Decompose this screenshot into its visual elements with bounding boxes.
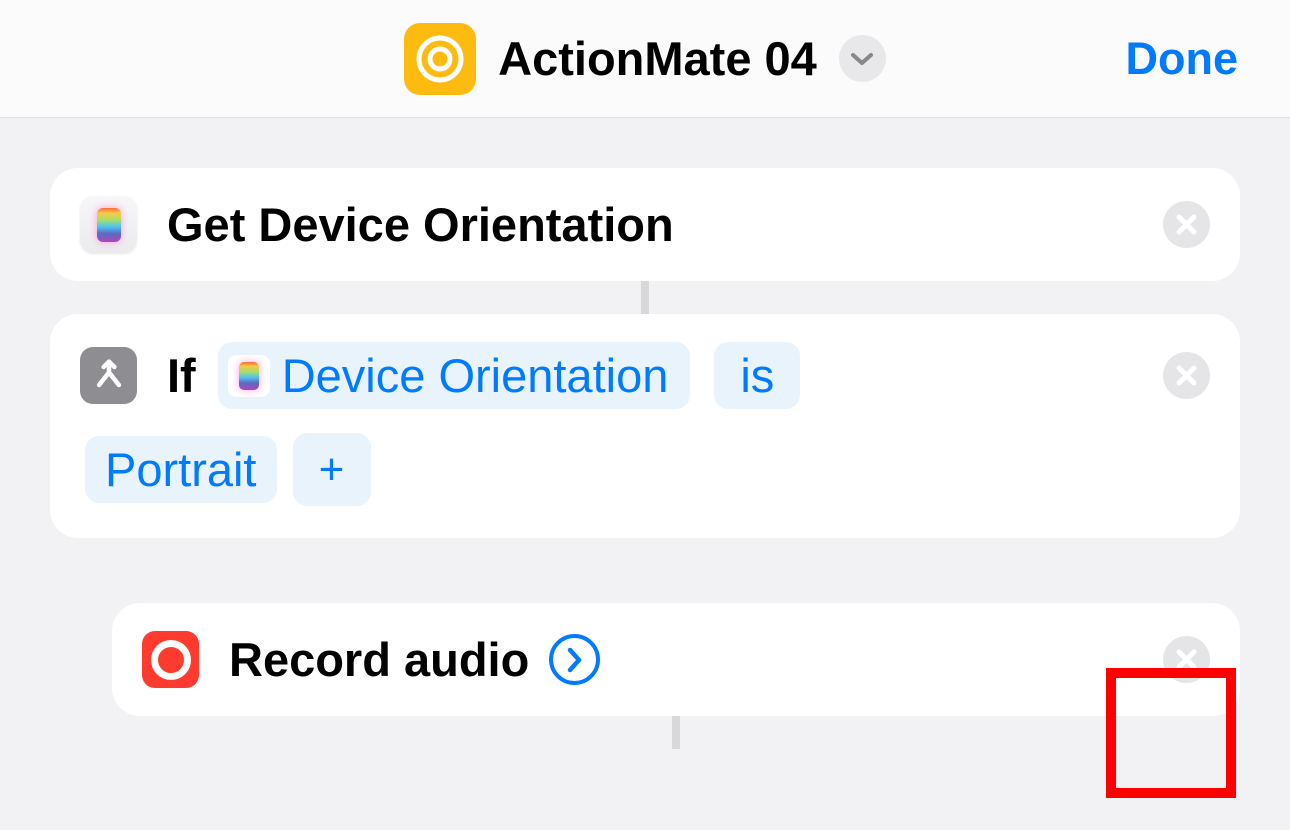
- record-app-icon: [142, 631, 199, 688]
- target-icon: [416, 35, 464, 83]
- variable-name: Device Orientation: [282, 348, 669, 403]
- shortcut-title[interactable]: ActionMate 04: [498, 31, 817, 86]
- condition-pill[interactable]: is: [714, 342, 800, 409]
- chevron-right-icon: [567, 647, 582, 673]
- action-title: Get Device Orientation: [167, 197, 1163, 252]
- connector-line: [672, 716, 680, 749]
- branch-icon: [91, 358, 127, 394]
- connector-line: [641, 281, 649, 314]
- delete-action-button[interactable]: [1163, 352, 1210, 399]
- close-icon: [1176, 214, 1197, 235]
- chevron-down-icon: [851, 52, 873, 66]
- action-card-if[interactable]: If Device Orientation is Portrait: [50, 314, 1240, 538]
- done-button[interactable]: Done: [1126, 33, 1239, 85]
- dropdown-button[interactable]: [839, 35, 886, 82]
- action-card-record-audio[interactable]: Record audio: [112, 603, 1240, 716]
- condition-text: is: [740, 348, 774, 403]
- header-center: ActionMate 04: [404, 23, 886, 95]
- delete-action-button[interactable]: [1163, 201, 1210, 248]
- close-icon: [1176, 365, 1197, 386]
- rainbow-icon: [97, 208, 121, 242]
- value-pill-portrait[interactable]: Portrait: [85, 436, 277, 503]
- shortcut-app-icon[interactable]: [404, 23, 476, 95]
- variable-icon-wrapper: [228, 355, 270, 397]
- plus-icon: +: [319, 445, 345, 495]
- if-action-icon: [80, 347, 137, 404]
- action-card-get-orientation[interactable]: Get Device Orientation: [50, 168, 1240, 281]
- actionkit-app-icon: [80, 196, 137, 253]
- variable-pill-device-orientation[interactable]: Device Orientation: [218, 342, 691, 409]
- close-icon: [1176, 649, 1197, 670]
- delete-action-button[interactable]: [1163, 636, 1210, 683]
- header-bar: ActionMate 04 Done: [0, 0, 1290, 118]
- workflow-content: Get Device Orientation If Device Orienta…: [0, 118, 1290, 749]
- if-label: If: [167, 348, 196, 403]
- value-text: Portrait: [105, 442, 257, 497]
- add-condition-button[interactable]: +: [293, 433, 371, 506]
- action-title: Record audio: [229, 632, 529, 687]
- show-more-button[interactable]: [549, 634, 600, 685]
- rainbow-icon: [239, 362, 259, 390]
